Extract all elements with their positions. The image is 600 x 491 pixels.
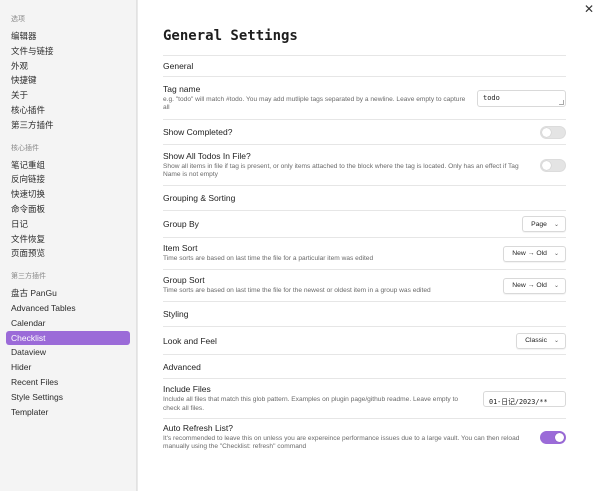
section-heading: Styling <box>163 309 189 319</box>
group-by-dropdown[interactable]: Page ⌄ <box>522 216 566 232</box>
close-icon[interactable]: ✕ <box>583 3 595 15</box>
setting-name: Auto Refresh List? <box>163 422 233 433</box>
item-sort-dropdown[interactable]: New → Old ⌄ <box>503 245 566 262</box>
sidebar-heading-options: 选项 <box>11 16 25 23</box>
sidebar-item-dataview[interactable]: Dataview <box>6 345 130 360</box>
sidebar-item-hider[interactable]: Hider <box>6 360 130 375</box>
setting-name: Look and Feel <box>163 335 217 346</box>
setting-name: Include Files <box>163 384 211 394</box>
toggle-knob <box>542 127 551 137</box>
sidebar-heading-core-plugins: 核心插件 <box>11 144 39 152</box>
setting-name: Group Sort <box>163 275 205 286</box>
section-heading: Advanced <box>163 361 201 372</box>
setting-name: Item Sort <box>163 243 198 254</box>
chevron-down-icon: ⌄ <box>553 282 559 289</box>
sidebar-item-note-composer[interactable]: 笔记重组 <box>6 158 130 173</box>
sidebar-item-daily-notes[interactable]: 日记 <box>6 217 130 232</box>
sidebar-heading-community-plugins: 第三方插件 <box>11 273 46 281</box>
sidebar-item-command-palette[interactable]: 命令面板 <box>6 202 130 217</box>
sidebar-item-backlinks[interactable]: 反向链接 <box>6 172 130 187</box>
resize-handle-icon[interactable] <box>559 99 564 105</box>
dropdown-value: Classic <box>525 337 547 344</box>
sidebar-item-files-links[interactable]: 文件与链接 <box>6 44 130 59</box>
sidebar-item-templater[interactable]: Templater <box>6 405 130 420</box>
setting-item-sort: Item Sort Time sorts are based on last t… <box>163 237 566 269</box>
sidebar-item-quick-switcher[interactable]: 快速切换 <box>6 187 130 202</box>
settings-sidebar: 选项 编辑器 文件与链接 外观 快捷键 关于 核心插件 第三方插件 核心插件 笔… <box>0 0 137 491</box>
settings-list: General Tag name e.g. "todo" will match … <box>163 55 566 455</box>
include-files-input[interactable]: 01-日记/2023/** <box>483 390 566 407</box>
include-files-value: 01-日记/2023/** <box>489 397 548 406</box>
sidebar-item-advanced-tables[interactable]: Advanced Tables <box>6 301 130 316</box>
section-heading: General <box>163 61 194 71</box>
sidebar-item-pangu[interactable]: 盘古 PanGu <box>6 286 130 301</box>
sidebar-item-community-plugins[interactable]: 第三方插件 <box>6 118 130 133</box>
show-completed-toggle[interactable] <box>540 125 566 139</box>
setting-group-by: Group By Page ⌄ <box>163 210 566 237</box>
sidebar-item-calendar[interactable]: Calendar <box>6 316 130 331</box>
setting-desc: e.g. "todo" will match #todo. You may ad… <box>163 95 466 112</box>
chevron-down-icon: ⌄ <box>553 250 559 257</box>
setting-include-files: Include Files Include all files that mat… <box>163 378 566 418</box>
setting-desc: Time sorts are based on last time the fi… <box>163 287 431 295</box>
show-all-todos-toggle[interactable] <box>540 158 566 172</box>
sidebar-item-appearance[interactable]: 外观 <box>6 59 130 74</box>
sidebar-item-style-settings[interactable]: Style Settings <box>6 390 130 405</box>
page-title: General Settings <box>163 28 298 44</box>
chevron-down-icon: ⌄ <box>553 220 559 228</box>
look-and-feel-dropdown[interactable]: Classic ⌄ <box>516 332 566 349</box>
setting-tag-name: Tag name e.g. "todo" will match #todo. Y… <box>163 76 566 119</box>
dropdown-value: Page <box>531 220 547 228</box>
setting-name: Group By <box>163 219 199 229</box>
tag-name-value: todo <box>483 93 500 102</box>
section-grouping: Grouping & Sorting <box>163 185 566 210</box>
setting-name: Tag name <box>163 83 201 94</box>
setting-desc: Include all files that match this glob p… <box>163 396 459 412</box>
section-general: General <box>163 55 566 76</box>
section-advanced: Advanced <box>163 354 566 378</box>
sidebar-item-checklist[interactable]: Checklist <box>6 330 130 346</box>
sidebar-item-recent-files[interactable]: Recent Files <box>6 375 130 390</box>
auto-refresh-toggle[interactable] <box>540 430 566 444</box>
sidebar-item-core-plugins[interactable]: 核心插件 <box>6 103 130 118</box>
setting-look-and-feel: Look and Feel Classic ⌄ <box>163 326 566 354</box>
sidebar-item-file-recovery[interactable]: 文件恢复 <box>6 232 130 247</box>
sidebar-item-about[interactable]: 关于 <box>6 88 130 103</box>
toggle-knob <box>555 432 564 442</box>
setting-auto-refresh: Auto Refresh List? It's recommended to l… <box>163 418 566 455</box>
setting-show-completed: Show Completed? <box>163 119 566 144</box>
setting-desc: Time sorts are based on last time the fi… <box>163 255 374 263</box>
setting-desc: Show all items in file if tag is present… <box>163 162 519 179</box>
group-sort-dropdown[interactable]: New → Old ⌄ <box>503 277 566 294</box>
setting-show-all-todos: Show All Todos In File? Show all items i… <box>163 144 566 185</box>
setting-desc: It's recommended to leave this on unless… <box>163 434 520 451</box>
setting-name: Show All Todos In File? <box>163 150 251 161</box>
sidebar-item-editor[interactable]: 编辑器 <box>6 29 130 44</box>
dropdown-value: New → Old <box>512 250 547 257</box>
section-styling: Styling <box>163 301 566 326</box>
tag-name-textarea[interactable]: todo <box>477 89 566 107</box>
setting-group-sort: Group Sort Time sorts are based on last … <box>163 269 566 301</box>
section-heading: Grouping & Sorting <box>163 193 236 203</box>
chevron-down-icon: ⌄ <box>553 337 559 344</box>
toggle-knob <box>542 160 551 170</box>
settings-content: ✕ General Settings General Tag name e.g.… <box>138 0 600 491</box>
sidebar-item-hotkeys[interactable]: 快捷键 <box>6 73 130 88</box>
sidebar-item-page-preview[interactable]: 页面预览 <box>6 246 130 261</box>
dropdown-value: New → Old <box>512 282 547 289</box>
setting-name: Show Completed? <box>163 127 233 137</box>
